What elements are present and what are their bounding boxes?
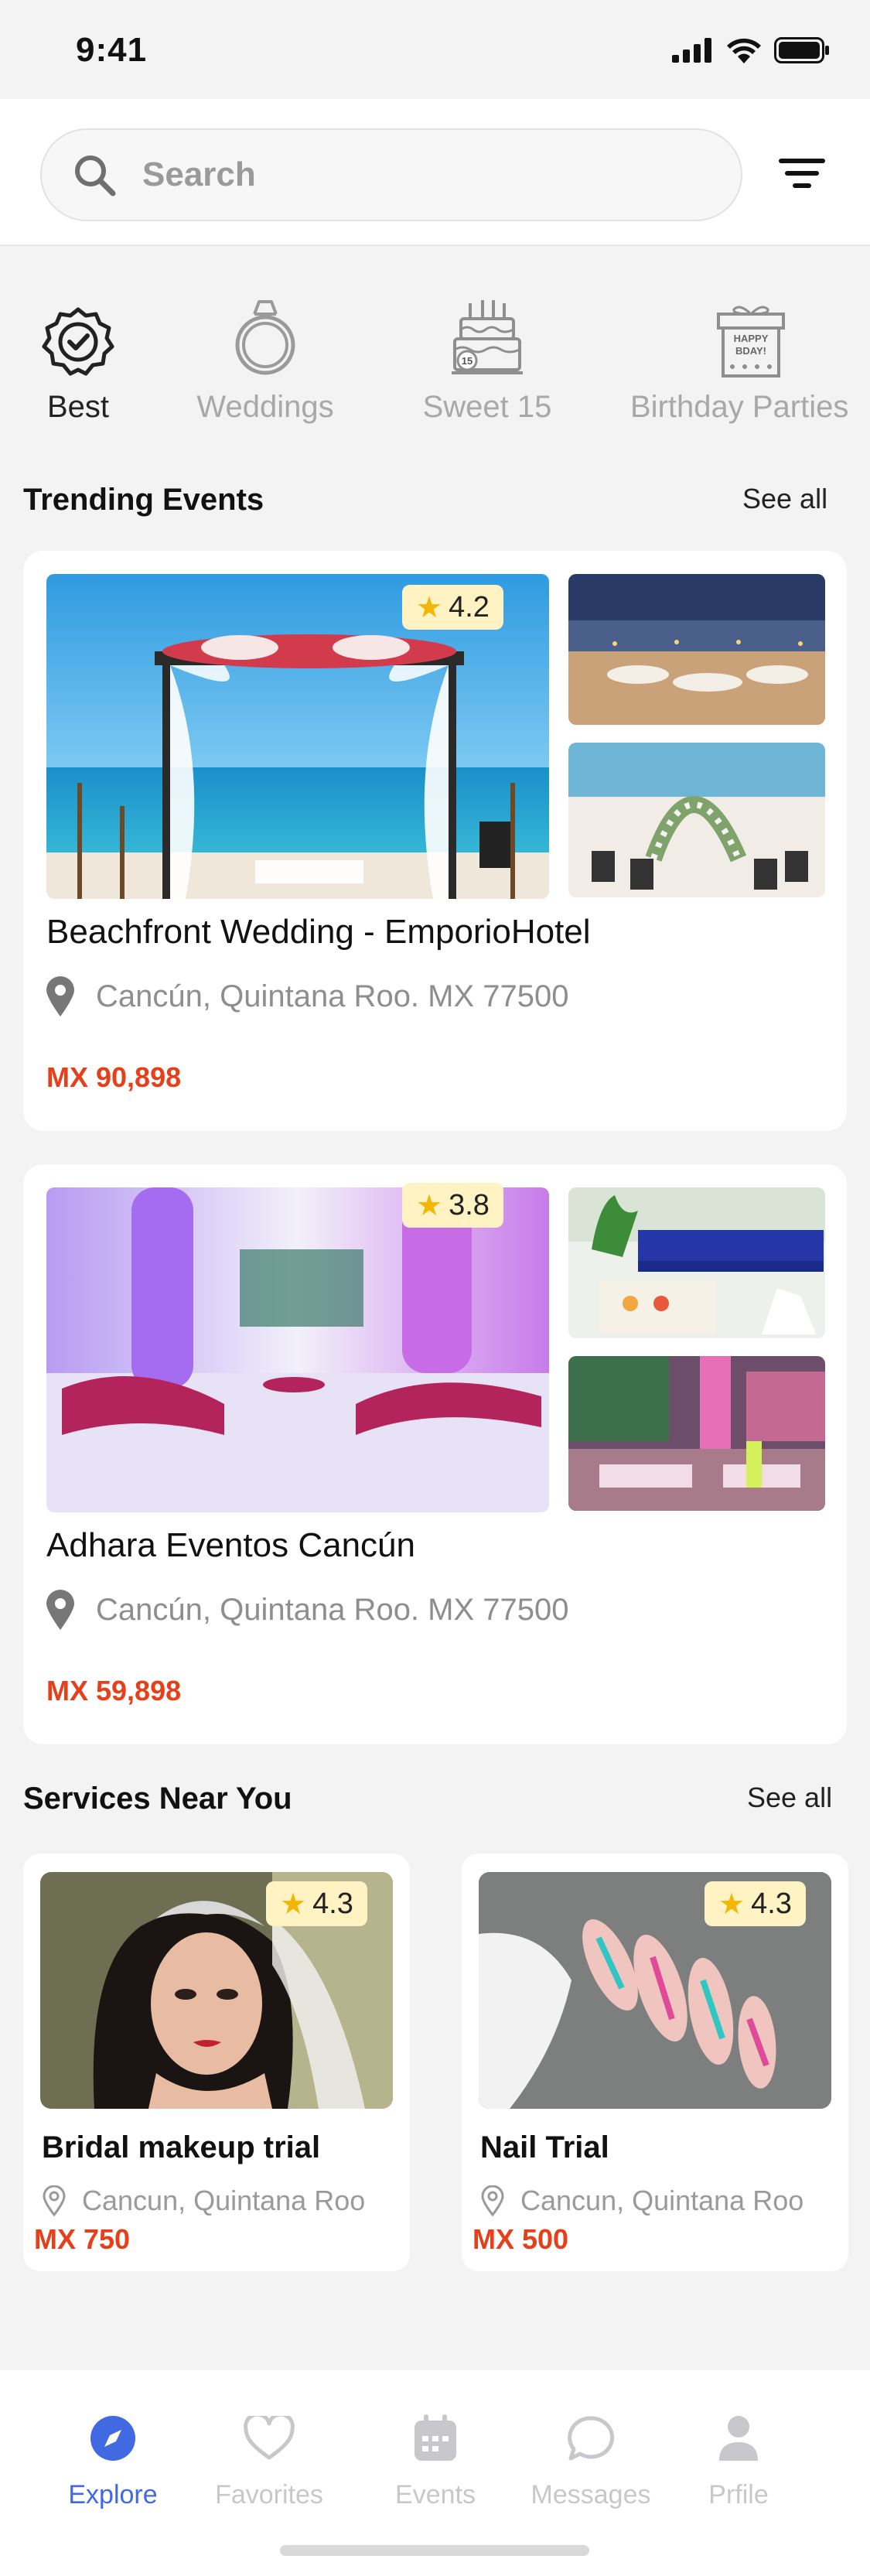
rating-badge: ★ 4.2	[402, 585, 503, 630]
star-icon: ★	[718, 1888, 745, 1921]
event-photo-thumb	[568, 743, 825, 897]
nav-label: Messages	[531, 2480, 651, 2509]
heart-icon	[244, 2416, 295, 2460]
nav-events[interactable]: Events	[358, 2407, 513, 2510]
status-time: 9:41	[76, 31, 148, 69]
nav-explore[interactable]: Explore	[36, 2407, 190, 2510]
search-placeholder: Search	[142, 155, 256, 193]
event-photo-thumb	[568, 574, 825, 725]
category-label: Birthday Parties	[630, 390, 849, 424]
category-weddings[interactable]: Weddings	[188, 294, 343, 425]
star-icon: ★	[416, 591, 443, 624]
chat-icon	[568, 2416, 615, 2461]
service-title: Nail Trial	[480, 2130, 609, 2164]
event-photo-thumb	[568, 1187, 825, 1338]
search-icon	[75, 155, 116, 196]
event-title: Beachfront Wedding - EmporioHotel	[46, 913, 591, 951]
service-card[interactable]: ★ 4.3 Nail Trial Cancun, Quintana Roo MX…	[462, 1853, 848, 2271]
event-price: MX 90,898	[46, 1061, 182, 1093]
status-bar: 9:41	[0, 0, 870, 99]
event-card[interactable]: ★ 3.8 Adhara Eventos Cancún Cancún, Quin…	[23, 1164, 847, 1744]
home-indicator	[280, 2545, 589, 2556]
star-icon: ★	[280, 1888, 307, 1921]
rating-value: 3.8	[449, 1188, 490, 1221]
battery-icon	[774, 37, 829, 63]
event-location: Cancún, Quintana Roo. MX 77500	[46, 976, 569, 1016]
location-pin-icon	[43, 2185, 66, 2216]
wifi-icon	[727, 38, 761, 63]
category-best[interactable]: Best	[36, 294, 121, 425]
nav-messages[interactable]: Messages	[513, 2407, 668, 2510]
search-input[interactable]: Search	[40, 128, 742, 221]
service-price: MX 500	[473, 2223, 569, 2255]
event-title: Adhara Eventos Cancún	[46, 1526, 415, 1564]
nav-label: Events	[395, 2480, 476, 2509]
cake-icon: 15	[452, 300, 523, 374]
search-header: Search	[0, 99, 870, 246]
service-card[interactable]: ★ 4.3 Bridal makeup trial Cancun, Quinta…	[23, 1853, 410, 2271]
star-icon: ★	[416, 1189, 443, 1222]
compass-icon	[90, 2416, 135, 2461]
service-location: Cancun, Quintana Roo	[42, 2185, 365, 2217]
nav-profile[interactable]: Prfile	[661, 2407, 816, 2510]
rating-value: 4.3	[751, 1887, 792, 1920]
service-location: Cancun, Quintana Roo	[480, 2185, 803, 2217]
nav-label: Explore	[68, 2480, 158, 2509]
gift-box-icon: HAPPY BDAY!	[717, 306, 785, 378]
trending-events-title: Trending Events	[23, 483, 264, 517]
category-sweet-15[interactable]: 15 Sweet 15	[414, 294, 561, 425]
service-price: MX 750	[34, 2223, 131, 2255]
category-label: Weddings	[196, 390, 334, 424]
rating-value: 4.3	[312, 1887, 353, 1920]
event-price: MX 59,898	[46, 1675, 182, 1707]
category-row: Best Weddings 15 Sweet 15 HAPPY BDAY! Bi…	[0, 294, 870, 433]
service-location-text: Cancun, Quintana Roo	[520, 2185, 804, 2216]
nav-label: Favorites	[215, 2480, 323, 2509]
event-location-text: Cancún, Quintana Roo. MX 77500	[96, 1592, 569, 1627]
trending-see-all-link[interactable]: See all	[742, 483, 827, 515]
svg-text:HAPPY: HAPPY	[734, 333, 769, 344]
services-see-all-link[interactable]: See all	[747, 1782, 832, 1814]
category-label: Sweet 15	[422, 390, 552, 424]
rating-badge: ★ 3.8	[402, 1183, 503, 1228]
svg-text:15: 15	[462, 355, 473, 367]
ring-icon	[235, 300, 295, 375]
service-location-text: Cancun, Quintana Roo	[82, 2185, 366, 2216]
rating-value: 4.2	[449, 590, 490, 624]
status-icons	[672, 37, 830, 63]
filter-icon[interactable]	[777, 157, 827, 190]
svg-text:BDAY!: BDAY!	[735, 345, 766, 357]
nav-favorites[interactable]: Favorites	[192, 2407, 346, 2510]
location-pin-icon	[481, 2185, 504, 2216]
badge-check-icon	[42, 307, 114, 376]
category-birthday-parties[interactable]: HAPPY BDAY! Birthday Parties	[630, 294, 870, 425]
location-pin-icon	[46, 976, 74, 1016]
event-photo-main	[46, 1187, 549, 1512]
location-pin-icon	[46, 1590, 74, 1630]
event-location-text: Cancún, Quintana Roo. MX 77500	[96, 979, 569, 1013]
signal-icon	[672, 38, 711, 63]
rating-badge: ★ 4.3	[266, 1881, 367, 1926]
category-label: Best	[46, 390, 110, 424]
event-card[interactable]: ★ 4.2 Beachfront Wedding - EmporioHotel	[23, 551, 847, 1131]
nav-label: Prfile	[708, 2480, 769, 2509]
event-photo-thumb	[568, 1356, 825, 1511]
event-location: Cancún, Quintana Roo. MX 77500	[46, 1590, 569, 1630]
person-icon	[719, 2416, 758, 2461]
rating-badge: ★ 4.3	[705, 1881, 806, 1926]
service-title: Bridal makeup trial	[42, 2130, 321, 2164]
calendar-icon	[415, 2414, 456, 2461]
bottom-nav: Explore Favorites Events Messages Prfile	[0, 2370, 870, 2576]
services-near-you-title: Services Near You	[23, 1782, 292, 1816]
